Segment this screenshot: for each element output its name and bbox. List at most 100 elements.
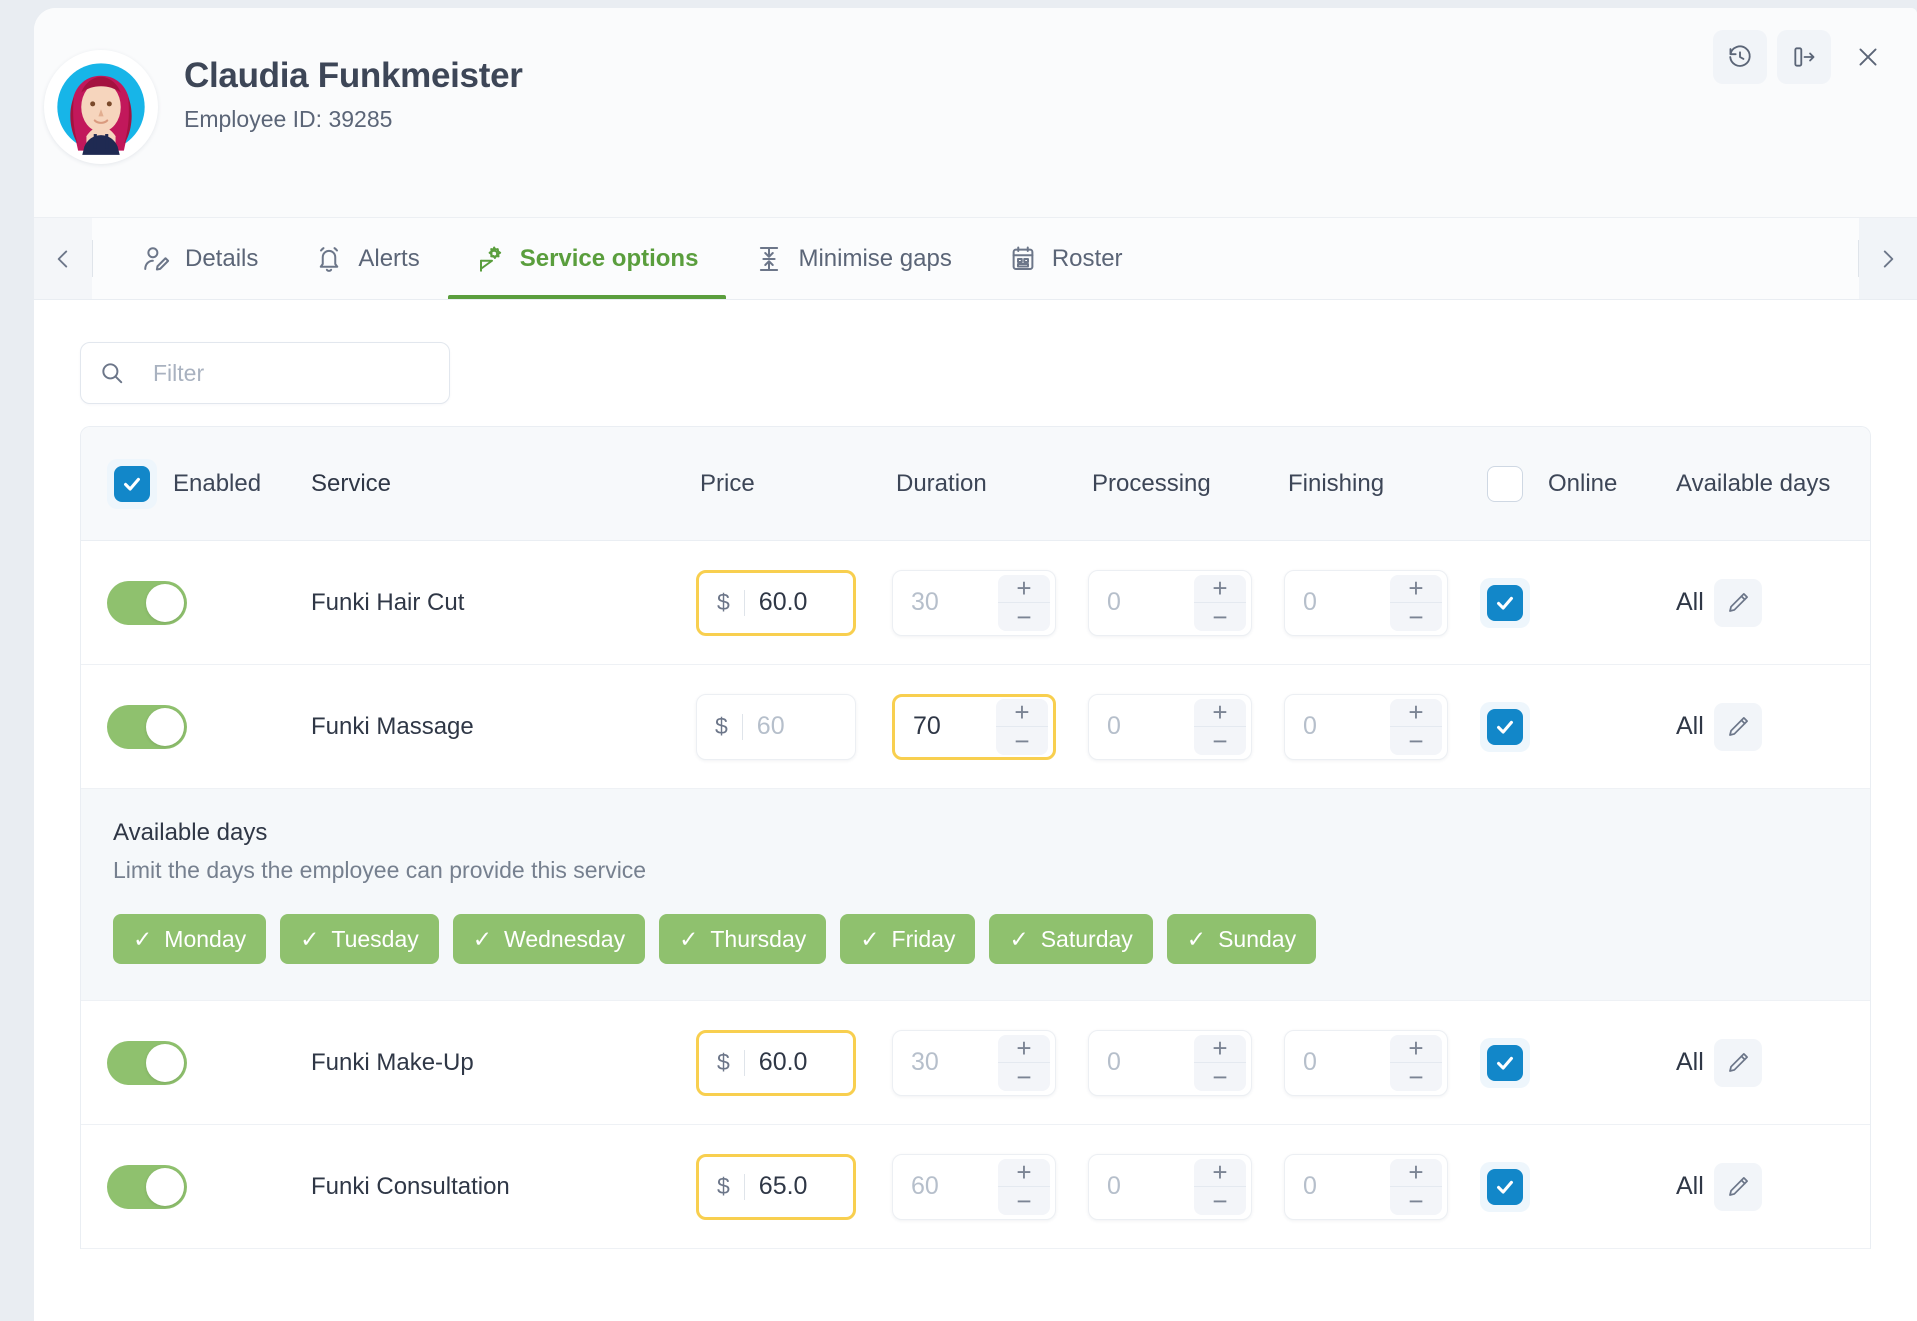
edit-available-days-button[interactable] bbox=[1713, 578, 1762, 627]
day-chip-label: Friday bbox=[891, 925, 956, 952]
services-table: Enabled Service Price Duration Processin… bbox=[80, 426, 1871, 1249]
day-chip-friday[interactable]: ✓ Friday bbox=[840, 914, 976, 964]
row-enabled-cell bbox=[81, 1040, 311, 1085]
expand-panel-button[interactable] bbox=[1777, 30, 1831, 84]
stepper-decrement[interactable]: − bbox=[996, 727, 1048, 755]
online-checkbox[interactable] bbox=[1480, 1037, 1530, 1088]
enabled-toggle[interactable] bbox=[107, 1040, 187, 1085]
enabled-all-checkbox[interactable] bbox=[107, 458, 157, 509]
check-icon bbox=[1497, 1056, 1513, 1070]
duration-stepper[interactable]: 70 + − bbox=[892, 693, 1056, 760]
stepper-decrement[interactable]: − bbox=[1194, 1063, 1246, 1091]
price-input[interactable]: $ 60.0 bbox=[696, 1029, 856, 1096]
stepper-increment[interactable]: + bbox=[1194, 1035, 1246, 1063]
row-enabled-cell bbox=[81, 580, 311, 625]
stepper-increment[interactable]: + bbox=[998, 575, 1050, 603]
stepper-decrement[interactable]: − bbox=[998, 603, 1050, 631]
stepper-decrement[interactable]: − bbox=[1390, 727, 1442, 755]
day-chip-saturday[interactable]: ✓ Saturday bbox=[989, 914, 1153, 964]
available-days-cell: All bbox=[1676, 1038, 1870, 1087]
day-chip-sunday[interactable]: ✓ Sunday bbox=[1166, 914, 1317, 964]
tab-alerts[interactable]: Alerts bbox=[286, 218, 447, 299]
stepper-increment[interactable]: + bbox=[1390, 575, 1442, 603]
price-cell: $ 60 bbox=[696, 693, 892, 760]
tabs-scroll-left-button[interactable] bbox=[34, 218, 92, 299]
input-divider bbox=[741, 713, 743, 740]
finishing-stepper[interactable]: 0 + − bbox=[1284, 693, 1448, 760]
close-button[interactable] bbox=[1841, 30, 1895, 84]
tab-minimise-gaps[interactable]: Minimise gaps bbox=[726, 218, 979, 299]
search-box[interactable] bbox=[80, 342, 450, 404]
history-button[interactable] bbox=[1713, 30, 1767, 84]
enabled-toggle[interactable] bbox=[107, 580, 187, 625]
finishing-stepper[interactable]: 0 + − bbox=[1284, 1153, 1448, 1220]
stepper-increment[interactable]: + bbox=[1390, 1159, 1442, 1187]
stepper-decrement[interactable]: − bbox=[998, 1063, 1050, 1091]
stepper-buttons: + − bbox=[1390, 698, 1442, 755]
duration-stepper[interactable]: 30 + − bbox=[892, 1029, 1056, 1096]
processing-stepper[interactable]: 0 + − bbox=[1088, 1029, 1252, 1096]
edit-available-days-button[interactable] bbox=[1713, 702, 1762, 751]
day-chip-tuesday[interactable]: ✓ Tuesday bbox=[280, 914, 439, 964]
online-all-checkbox[interactable] bbox=[1480, 459, 1530, 509]
stepper-increment[interactable]: + bbox=[998, 1159, 1050, 1187]
stepper-decrement[interactable]: − bbox=[1390, 1063, 1442, 1091]
tab-service-options[interactable]: Service options bbox=[447, 218, 727, 299]
day-chip-monday[interactable]: ✓ Monday bbox=[113, 914, 267, 964]
stepper-increment[interactable]: + bbox=[1390, 1035, 1442, 1063]
stepper-decrement[interactable]: − bbox=[1194, 603, 1246, 631]
day-chip-wednesday[interactable]: ✓ Wednesday bbox=[452, 914, 646, 964]
duration-stepper[interactable]: 60 + − bbox=[892, 1153, 1056, 1220]
stepper-increment[interactable]: + bbox=[1390, 699, 1442, 727]
tabs-scroll-right-button[interactable] bbox=[1859, 218, 1917, 299]
gear-service-icon bbox=[479, 246, 501, 272]
enabled-toggle[interactable] bbox=[107, 1164, 187, 1209]
close-x-icon bbox=[1859, 48, 1877, 66]
search-input[interactable] bbox=[153, 359, 449, 387]
price-input[interactable]: $ 60 bbox=[696, 693, 856, 760]
tab-label: Alerts bbox=[358, 244, 420, 272]
stepper-increment[interactable]: + bbox=[1194, 699, 1246, 727]
finishing-cell: 0 + − bbox=[1284, 1153, 1480, 1220]
stepper-increment[interactable]: + bbox=[1194, 1159, 1246, 1187]
online-checkbox[interactable] bbox=[1480, 701, 1530, 752]
processing-cell: 0 + − bbox=[1088, 1029, 1284, 1096]
stepper-increment[interactable]: + bbox=[1194, 575, 1246, 603]
edit-available-days-button[interactable] bbox=[1713, 1162, 1762, 1211]
processing-cell: 0 + − bbox=[1088, 1153, 1284, 1220]
price-input[interactable]: $ 60.0 bbox=[696, 569, 856, 636]
header-actions bbox=[1713, 30, 1895, 84]
finishing-stepper[interactable]: 0 + − bbox=[1284, 1029, 1448, 1096]
edit-available-days-button[interactable] bbox=[1713, 1038, 1762, 1087]
price-input[interactable]: $ 65.0 bbox=[696, 1153, 856, 1220]
avatar bbox=[44, 50, 158, 164]
stepper-increment[interactable]: + bbox=[996, 699, 1048, 727]
stepper-decrement[interactable]: − bbox=[1194, 1187, 1246, 1215]
day-chip-thursday[interactable]: ✓ Thursday bbox=[659, 914, 827, 964]
enabled-toggle[interactable] bbox=[107, 704, 187, 749]
finishing-stepper[interactable]: 0 + − bbox=[1284, 569, 1448, 636]
finishing-value: 0 bbox=[1303, 1172, 1317, 1200]
finishing-cell: 0 + − bbox=[1284, 693, 1480, 760]
tab-label: Details bbox=[185, 244, 259, 272]
tab-details[interactable]: Details bbox=[113, 218, 286, 299]
online-cell bbox=[1480, 577, 1676, 628]
duration-stepper[interactable]: 30 + − bbox=[892, 569, 1056, 636]
online-checkbox[interactable] bbox=[1480, 577, 1530, 628]
stepper-increment[interactable]: + bbox=[998, 1035, 1050, 1063]
online-checkbox[interactable] bbox=[1480, 1161, 1530, 1212]
checkbox-box bbox=[1487, 1044, 1523, 1081]
service-name: Funki Consultation bbox=[311, 1172, 510, 1200]
processing-stepper[interactable]: 0 + − bbox=[1088, 569, 1252, 636]
stepper-decrement[interactable]: − bbox=[1390, 603, 1442, 631]
tab-roster[interactable]: Roster bbox=[980, 218, 1151, 299]
service-name: Funki Massage bbox=[311, 712, 474, 740]
check-icon bbox=[1497, 596, 1513, 610]
stepper-decrement[interactable]: − bbox=[1390, 1187, 1442, 1215]
processing-stepper[interactable]: 0 + − bbox=[1088, 693, 1252, 760]
checkbox-box bbox=[1487, 1168, 1523, 1205]
stepper-decrement[interactable]: − bbox=[1194, 727, 1246, 755]
col-duration-label: Duration bbox=[896, 469, 987, 497]
stepper-decrement[interactable]: − bbox=[998, 1187, 1050, 1215]
processing-stepper[interactable]: 0 + − bbox=[1088, 1153, 1252, 1220]
